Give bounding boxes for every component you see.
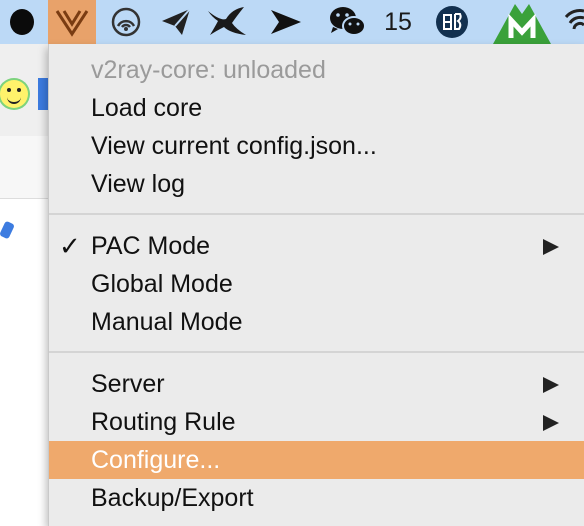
menu-item-routing-rule[interactable]: Routing Rule — [49, 403, 584, 441]
checkmark-icon: ✓ — [59, 231, 81, 261]
pac-mode-label: PAC Mode — [91, 232, 211, 260]
menu-item-global-mode[interactable]: Global Mode — [49, 265, 584, 303]
menu-item-server[interactable]: Server — [49, 365, 584, 403]
menu-item-configure[interactable]: Configure... — [49, 441, 584, 479]
wifi-icon[interactable] — [562, 0, 584, 44]
menu-item-pac-mode[interactable]: ✓ PAC Mode — [49, 227, 584, 265]
dict-icon[interactable] — [430, 0, 474, 44]
menu-item-load-core[interactable]: Load core — [49, 89, 584, 127]
view-log-label: View log — [91, 170, 186, 198]
background-toolbar — [0, 44, 50, 137]
submenu-arrow-icon — [543, 415, 559, 431]
menu-item-status: v2ray-core: unloaded — [49, 51, 584, 89]
menu-item-view-config[interactable]: View current config.json... — [49, 127, 584, 165]
smiley-icon — [0, 80, 28, 108]
submenu-arrow-icon — [543, 239, 559, 255]
menu-item-backup-export[interactable]: Backup/Export — [49, 479, 584, 517]
manual-mode-label: Manual Mode — [91, 308, 243, 336]
menu-item-view-log[interactable]: View log — [49, 165, 584, 203]
signal-icon[interactable] — [106, 0, 146, 44]
m-app-icon[interactable] — [492, 0, 552, 44]
v2ray-dropdown-menu: v2ray-core: unloaded Load core View curr… — [48, 44, 584, 526]
view-config-label: View current config.json... — [91, 132, 377, 160]
menu-separator — [49, 213, 584, 215]
v2ray-icon[interactable] — [48, 0, 96, 44]
wechat-icon[interactable] — [326, 0, 370, 44]
submenu-arrow-icon — [543, 377, 559, 393]
server-label: Server — [91, 370, 165, 398]
configure-label: Configure... — [91, 446, 221, 474]
menu-item-manual-mode[interactable]: Manual Mode — [49, 303, 584, 341]
paper-plane-icon[interactable] — [156, 0, 196, 44]
swift-bird-icon[interactable] — [204, 0, 250, 44]
load-core-label: Load core — [91, 94, 203, 122]
menu-bar: 15 — [0, 0, 584, 44]
badge-count: 15 — [384, 7, 412, 36]
arrow-icon[interactable] — [262, 0, 308, 44]
backup-export-label: Backup/Export — [91, 484, 254, 512]
menu-separator — [49, 351, 584, 353]
status-label: v2ray-core: unloaded — [91, 56, 326, 84]
circle-app-icon[interactable] — [0, 0, 44, 44]
background-tab-row — [0, 136, 50, 199]
routing-rule-label: Routing Rule — [91, 408, 236, 436]
global-mode-label: Global Mode — [91, 270, 233, 298]
